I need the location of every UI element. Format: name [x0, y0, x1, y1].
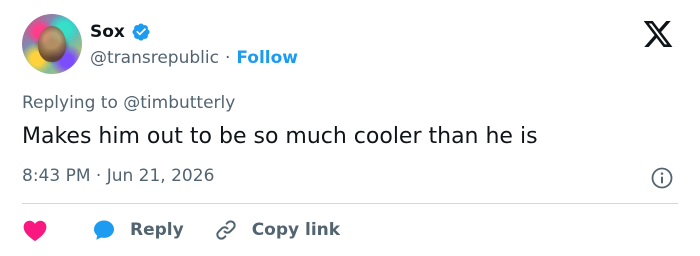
tweet-text: Makes him out to be so much cooler than … [22, 124, 538, 149]
link-icon [216, 220, 236, 240]
info-icon[interactable] [650, 166, 674, 190]
replying-to-line: Replying to @timbutterly [22, 93, 235, 113]
tweet-card: Sox @transrepublic · Follow Replying to … [0, 0, 700, 256]
actions-divider [22, 203, 678, 204]
replying-to-mention[interactable]: @timbutterly [123, 93, 235, 113]
reply-label: Reply [130, 220, 184, 240]
reply-bubble-icon [94, 220, 114, 240]
copy-link-label: Copy link [251, 220, 341, 240]
reply-button[interactable]: Reply [92, 218, 184, 242]
tweet-timestamp[interactable]: 8:43 PM · Jun 21, 2026 [22, 166, 214, 186]
like-button[interactable] [22, 218, 48, 242]
avatar-face [38, 26, 66, 62]
separator-dot: · [224, 48, 231, 68]
verified-badge-icon [132, 23, 150, 41]
x-logo-icon[interactable] [642, 18, 674, 50]
replying-prefix: Replying to [22, 93, 118, 113]
avatar[interactable] [22, 14, 82, 74]
author-name-row: Sox [90, 20, 151, 44]
tweet-actions: Reply Copy link [22, 216, 340, 244]
author-handle[interactable]: @transrepublic [90, 48, 219, 68]
author-handle-row: @transrepublic · Follow [90, 48, 298, 68]
follow-button[interactable]: Follow [236, 48, 298, 68]
author-display-name[interactable]: Sox [90, 22, 125, 42]
copy-link-button[interactable]: Copy link [214, 218, 340, 242]
heart-icon [23, 220, 47, 242]
